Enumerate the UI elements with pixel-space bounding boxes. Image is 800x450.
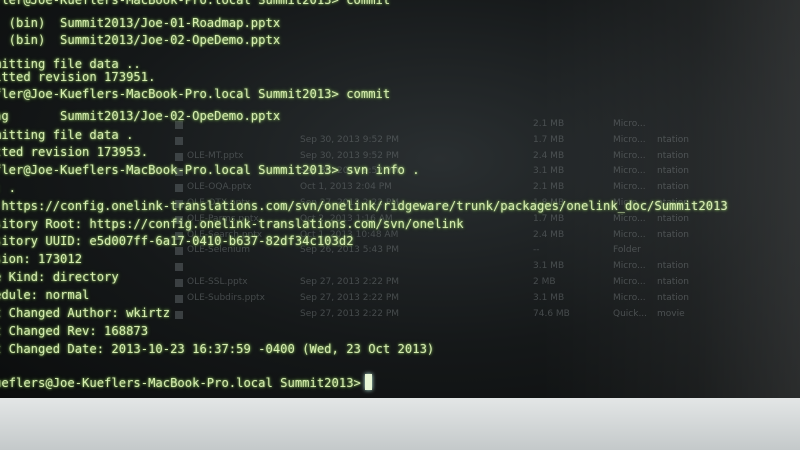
terminal-line: (bin) Summit2013/Joe-02-OpeDemo.pptx [0, 33, 281, 47]
screen: 2.1 MB Micro... Sep 30, 2013 9:52 PM 1.7 MB… [0, 0, 800, 398]
terminal-line: fler@Joe-Kueflers-MacBook-Pro.local Summ… [0, 0, 391, 7]
terminal-prompt: ueflers@Joe-Kueflers-MacBook-Pro.local S… [0, 376, 361, 390]
monitor-bezel [0, 398, 800, 450]
terminal-window[interactable]: fler@Joe-Kueflers-MacBook-Pro.local Summ… [0, 0, 800, 398]
terminal-line: fler@Joe-Kueflers-MacBook-Pro.local Summ… [0, 163, 420, 177]
terminal-line: t Changed Date: 2013-10-23 16:37:59 -040… [0, 342, 435, 356]
terminal-prompt-line[interactable]: ueflers@Joe-Kueflers-MacBook-Pro.local S… [0, 372, 372, 394]
terminal-line: fler@Joe-Kueflers-MacBook-Pro.local Summ… [0, 87, 391, 101]
text-cursor [364, 374, 372, 390]
